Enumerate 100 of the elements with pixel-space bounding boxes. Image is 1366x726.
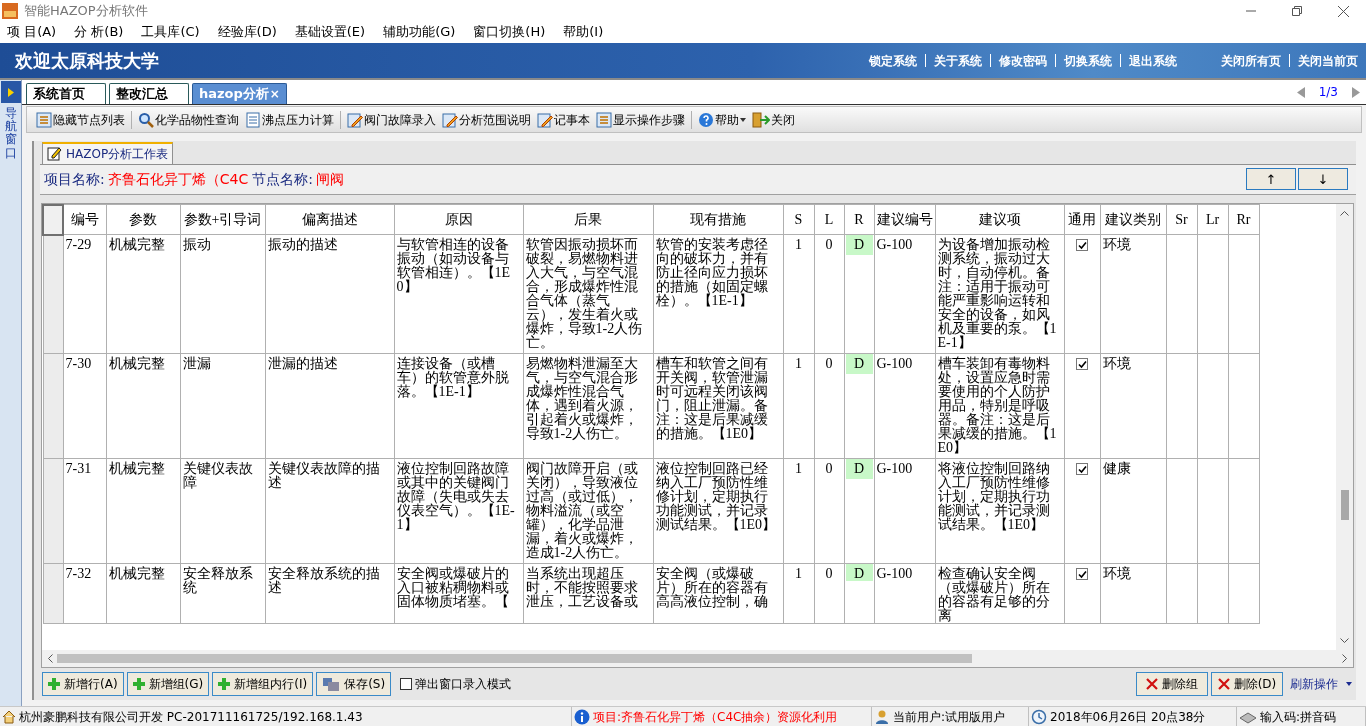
scroll-up-icon[interactable] <box>1340 209 1349 216</box>
home-icon <box>2 709 16 724</box>
common-checkbox[interactable] <box>1076 568 1088 581</box>
popup-mode-label: 弹出窗口录入模式 <box>415 676 512 694</box>
vertical-scrollbar[interactable] <box>1336 203 1353 651</box>
menu-item[interactable]: 窗口切换(H) <box>473 22 546 42</box>
menu-item[interactable]: 帮助(I) <box>563 22 604 42</box>
menu-item[interactable]: 工具库(C) <box>141 22 200 42</box>
column-header[interactable]: L <box>814 204 844 235</box>
toolbar-button[interactable]: 隐藏节点列表 <box>33 108 128 131</box>
banner-link[interactable]: 锁定系统 <box>869 51 917 70</box>
table-cell: 关键仪表故障的描述 <box>267 461 380 491</box>
toolbar-button[interactable]: 化学品物性查询 <box>135 108 242 131</box>
table-cell: 7-30 <box>65 356 92 372</box>
menu-item[interactable]: 分 析(B) <box>74 22 124 42</box>
popup-mode-checkbox[interactable] <box>400 678 413 691</box>
column-header[interactable]: 建议项 <box>935 204 1064 235</box>
table-cell: 软管因振动损坏而破裂，易燃物料进入大气，与空气混合，形成爆炸性混合气体（蒸气云），发生着火或爆炸，导致1-2人伤亡。 <box>525 237 643 351</box>
column-header[interactable]: R <box>844 204 874 235</box>
plus-icon <box>132 678 145 691</box>
refresh-menu-button[interactable]: 刷新操作 <box>1286 672 1352 697</box>
menu-item[interactable]: 项 目(A) <box>7 22 57 42</box>
scroll-down-icon[interactable] <box>1340 638 1349 645</box>
table-cell: 环境 <box>1102 356 1131 372</box>
toolbar-button[interactable]: 记事本 <box>534 108 593 131</box>
table-cell: 槽车和软管之间有开关阀，软管泄漏时可远程关闭该阀门，阻止泄漏。备注：这是后果减缓的措施。【1E0】 <box>655 356 768 442</box>
banner-link[interactable]: 切换系统 <box>1064 51 1112 70</box>
row-header[interactable] <box>43 563 63 624</box>
row-header[interactable] <box>43 353 63 459</box>
banner-link[interactable]: 退出系统 <box>1129 51 1177 70</box>
table-cell: D <box>853 461 865 477</box>
table-cell: 易燃物料泄漏至大气，与空气混合形成爆炸性混合气体，遇到着火源，引起着火或爆炸，导致1-2人伤亡。 <box>525 356 638 442</box>
column-header[interactable]: Lr <box>1197 204 1228 235</box>
toolbar-button[interactable]: 阀门故障录入 <box>344 108 439 131</box>
column-header[interactable]: 参数 <box>106 204 180 235</box>
menu-item[interactable]: 经验库(D) <box>217 22 277 42</box>
toolbar-button[interactable]: 沸点压力计算 <box>242 108 337 131</box>
delete-button[interactable]: 删除(D) <box>1211 672 1283 697</box>
scroll-left-icon[interactable] <box>47 654 53 664</box>
banner-link[interactable]: 修改密码 <box>999 51 1047 70</box>
toolbar-button[interactable]: 显示操作步骤 <box>593 108 688 131</box>
banner-link[interactable]: 关闭当前页 <box>1298 51 1358 70</box>
select-all-header[interactable] <box>43 204 63 235</box>
column-header[interactable]: 编号 <box>63 204 106 235</box>
column-header[interactable]: 后果 <box>523 204 653 235</box>
row-header[interactable] <box>43 458 63 564</box>
worksheet-tab[interactable]: HAZOP分析工作表 <box>42 141 174 164</box>
column-header[interactable]: 通用 <box>1064 204 1100 235</box>
table-cell: 0 <box>825 461 833 477</box>
column-header[interactable]: Rr <box>1228 204 1259 235</box>
page-tab[interactable]: 系统首页 <box>26 83 106 104</box>
add-button[interactable]: 新增行(A) <box>42 672 124 697</box>
table-cell: 安全释放系统的描述 <box>267 566 380 596</box>
project-label: 项目名称: <box>44 169 105 189</box>
next-page-icon[interactable] <box>1352 86 1360 98</box>
table-cell: 液位控制回路故障或其中的关键阀门故障（失电或失去仪表空气）。【1E-1】 <box>396 461 515 533</box>
column-header[interactable]: 偏离描述 <box>265 204 394 235</box>
column-header[interactable]: S <box>783 204 814 235</box>
page-tab[interactable]: 整改汇总 <box>109 83 189 104</box>
common-checkbox[interactable] <box>1076 239 1088 252</box>
menu-item[interactable]: 辅助功能(G) <box>383 22 456 42</box>
toolbar-button[interactable]: 关闭 <box>749 108 798 131</box>
table-cell: 连接设备（或槽车）的软管意外脱落。【1E-1】 <box>396 356 509 400</box>
column-header[interactable]: 建议类别 <box>1100 204 1166 235</box>
table-cell: 与软管相连的设备振动（如动设备与软管相连）。【1E0】 <box>396 237 511 295</box>
plus-icon <box>218 678 231 691</box>
scroll-thumb[interactable] <box>1340 489 1349 520</box>
delete-x-icon <box>1146 678 1158 691</box>
menu-item[interactable]: 基础设置(E) <box>294 22 366 42</box>
table-cell: 检查确认安全阀（或爆破片）所在的容器有足够的分离 <box>937 566 1050 624</box>
toolbar-button[interactable]: 帮助 <box>695 108 749 131</box>
table-cell: 安全释放系统 <box>182 566 253 596</box>
banner-link[interactable]: 关闭所有页 <box>1221 51 1281 70</box>
column-header[interactable]: 现有措施 <box>653 204 783 235</box>
table-cell: 1 <box>795 237 802 253</box>
edit-sheet-icon <box>47 146 62 162</box>
common-checkbox[interactable] <box>1076 463 1088 476</box>
banner-link[interactable]: 关于系统 <box>934 51 982 70</box>
horizontal-scrollbar[interactable] <box>42 650 1353 668</box>
column-header[interactable]: 参数+引导词 <box>180 204 265 235</box>
row-header[interactable] <box>43 234 63 354</box>
common-checkbox[interactable] <box>1076 358 1088 371</box>
previous-page-icon[interactable] <box>1296 86 1305 98</box>
save-button[interactable]: 保存(S) <box>316 672 392 697</box>
move-up-button[interactable]: ↑ <box>1246 168 1296 191</box>
column-header[interactable]: 原因 <box>394 204 523 235</box>
scroll-thumb[interactable] <box>57 654 972 664</box>
column-header[interactable]: 建议编号 <box>874 204 935 235</box>
column-header[interactable]: Sr <box>1166 204 1197 235</box>
table-cell: 7-32 <box>65 566 92 582</box>
move-down-button[interactable]: ↓ <box>1298 168 1348 191</box>
navigation-label: 导航窗口 <box>4 107 17 160</box>
scroll-right-icon[interactable] <box>1342 654 1348 664</box>
delete-button[interactable]: 删除组 <box>1136 672 1208 697</box>
add-button[interactable]: 新增组内行(I) <box>212 672 314 697</box>
add-button[interactable]: 新增组(G) <box>126 672 210 697</box>
status-text: 输入码:拼音码 <box>1260 708 1337 726</box>
toolbar-button[interactable]: 分析范围说明 <box>439 108 534 131</box>
table-cell: 振动 <box>182 237 211 253</box>
navigation-strip[interactable]: 导航窗口 <box>0 80 22 706</box>
